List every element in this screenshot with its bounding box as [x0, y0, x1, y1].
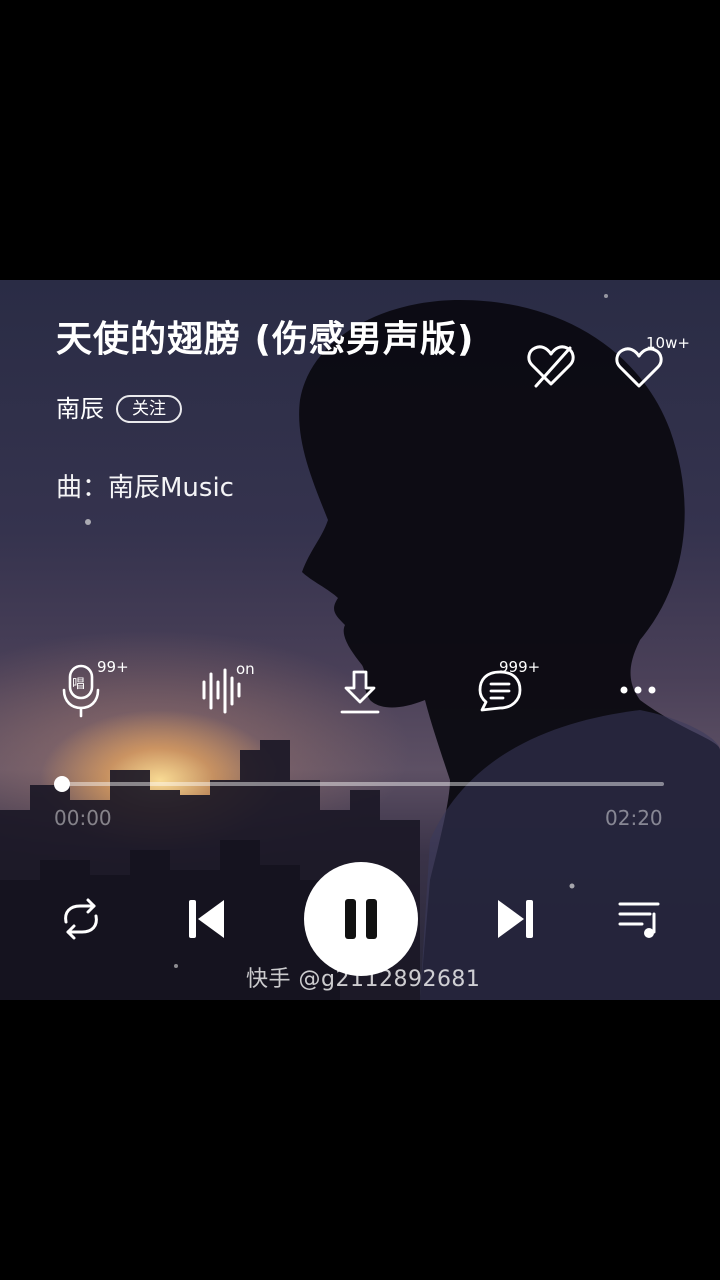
- download-icon: [340, 670, 380, 714]
- karaoke-icon-char: 唱: [72, 677, 85, 692]
- comment-count: 999+: [499, 658, 541, 676]
- dust-speck: [174, 964, 178, 968]
- progress-knob[interactable]: [54, 776, 70, 792]
- playlist-button[interactable]: [614, 892, 668, 950]
- song-title: 天使的翅膀 (伤感男声版): [56, 319, 475, 360]
- pause-button[interactable]: [304, 862, 418, 976]
- dust-speck: [85, 519, 91, 525]
- more-dots-icon: [620, 686, 656, 694]
- follow-button[interactable]: 关注: [116, 395, 182, 423]
- total-time: 02:20: [605, 806, 663, 830]
- skip-next-icon: [498, 900, 533, 938]
- more-button[interactable]: [610, 660, 670, 720]
- repeat-icon: [64, 898, 98, 940]
- effect-status: on: [236, 660, 255, 678]
- current-time: 00:00: [54, 806, 112, 830]
- repeat-mode-button[interactable]: [54, 892, 108, 950]
- player-frame: 天使的翅膀 (伤感男声版) 南辰 关注 曲：南辰Music 10w+ 唱 99+: [0, 280, 720, 1000]
- watermark: 快手 @g2112892681: [246, 967, 481, 992]
- broken-heart-icon: [527, 345, 575, 388]
- artist-row: 南辰 关注: [56, 393, 182, 425]
- previous-button[interactable]: [182, 892, 236, 950]
- dislike-button[interactable]: [524, 340, 578, 394]
- composer-credit: 曲：南辰Music: [56, 473, 234, 503]
- progress-slider[interactable]: [54, 776, 664, 792]
- skip-previous-icon: [189, 900, 224, 938]
- next-button[interactable]: [488, 892, 542, 950]
- dust-speck: [569, 883, 575, 889]
- like-count: 10w+: [646, 334, 690, 352]
- playlist-icon: [618, 902, 660, 938]
- artist-name[interactable]: 南辰: [56, 393, 104, 425]
- karaoke-count: 99+: [97, 658, 129, 676]
- dust-speck: [604, 294, 608, 298]
- pause-icon: [345, 899, 377, 939]
- download-button[interactable]: [330, 660, 390, 720]
